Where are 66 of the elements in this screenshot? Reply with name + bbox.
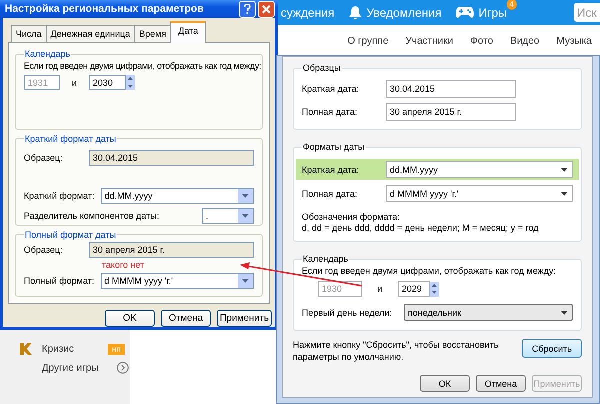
tab[interactable]: Числа — [11, 25, 47, 43]
close-icon[interactable] — [258, 0, 275, 18]
field-label: Полная дата: — [302, 107, 358, 117]
field-label: Полная дата: — [302, 188, 358, 198]
game-link[interactable]: Кризис — [42, 344, 74, 354]
group-nav-link[interactable]: Фото — [470, 36, 494, 47]
group-title: Образцы — [302, 63, 342, 73]
chevron-icon[interactable] — [116, 362, 129, 374]
field-label: Краткая дата: — [302, 84, 360, 94]
group-title: Форматы даты — [302, 142, 366, 152]
sample-field: 30.04.2015 — [89, 150, 254, 166]
spin-buttons[interactable] — [430, 282, 439, 296]
group-nav-link[interactable]: О группе — [348, 36, 389, 47]
format-dropdown[interactable]: d MMMM yyyy 'г.' — [100, 272, 254, 289]
game-icon — [20, 343, 32, 355]
year-field[interactable]: 2030 — [89, 75, 126, 90]
dropdown-arrow-icon[interactable] — [561, 310, 568, 314]
field-label: Краткий формат: — [24, 190, 95, 201]
group-nav-link[interactable]: Музыка — [556, 36, 592, 47]
field-label: Первый день недели: — [302, 308, 394, 318]
dialog-button[interactable]: ОК — [420, 375, 470, 392]
group-nav-link[interactable]: Участники — [406, 36, 454, 47]
dialog-button[interactable]: Применить — [217, 310, 272, 327]
dropdown-arrow-icon[interactable] — [561, 192, 568, 196]
group-title: Календарь — [24, 49, 72, 59]
dialog-button[interactable]: Отмена — [161, 310, 211, 327]
help-text: Нажмите кнопку "Сбросить", чтобы восстановить параметры по умолчанию. — [293, 339, 500, 363]
dropdown-arrow-icon[interactable] — [561, 168, 568, 172]
weekday-dropdown[interactable]: понедельник — [404, 304, 573, 321]
annotation-text: такого нет — [102, 260, 146, 270]
field-label: Образец: — [24, 152, 63, 163]
help-text: d, dd = день ddd, dddd = день недели; M = месяц; y = год — [302, 223, 540, 233]
dialog-button[interactable]: OK — [105, 310, 155, 327]
group-title: Календарь — [302, 254, 350, 264]
badge: нп — [108, 344, 125, 354]
spin-buttons[interactable] — [126, 75, 135, 90]
separator-dropdown[interactable]: . — [202, 208, 254, 224]
sample-field: 30 апреля 2015 г. — [89, 242, 254, 258]
group-title: Краткий формат даты — [24, 134, 118, 144]
field-label: Если год введен двумя цифрами, отображать как год между: — [302, 266, 558, 276]
field-label: Краткая дата: — [302, 164, 360, 174]
and-label: и — [376, 284, 384, 294]
help-icon[interactable] — [239, 0, 256, 18]
reset-button[interactable]: Сбросить — [522, 339, 582, 358]
bell-icon — [348, 6, 362, 20]
game-link[interactable]: Другие игры — [42, 362, 99, 374]
dialog-button[interactable]: Отмена — [476, 375, 526, 392]
help-text: Обозначения формата: — [302, 211, 401, 223]
tab[interactable]: Время — [134, 25, 172, 43]
sample-field: 30.04.2015 — [386, 80, 516, 98]
sample-field: 30 апреля 2015 г. — [386, 103, 516, 121]
format-dropdown[interactable]: dd.MM.yyyy — [386, 161, 573, 178]
field-label: Разделитель компонентов даты: — [24, 210, 160, 221]
field-label: Полный формат: — [24, 276, 95, 286]
window-title: Настройка региональных параметров — [5, 3, 205, 15]
year-field[interactable]: 2029 — [398, 281, 430, 297]
gamepad-icon — [456, 6, 474, 18]
group-nav-link[interactable]: Видео — [510, 36, 540, 47]
tab[interactable]: Дата — [170, 21, 206, 43]
tab[interactable]: Денежная единица — [46, 25, 136, 43]
group-title: Полный формат даты — [24, 230, 118, 240]
count-badge: 4 — [506, 0, 518, 10]
format-dropdown[interactable]: dd.MM.yyyy — [100, 188, 254, 204]
format-dropdown[interactable]: d MMMM yyyy 'г.' — [386, 185, 573, 202]
field-label: Образец: — [24, 244, 63, 255]
and-label: и — [70, 78, 78, 88]
